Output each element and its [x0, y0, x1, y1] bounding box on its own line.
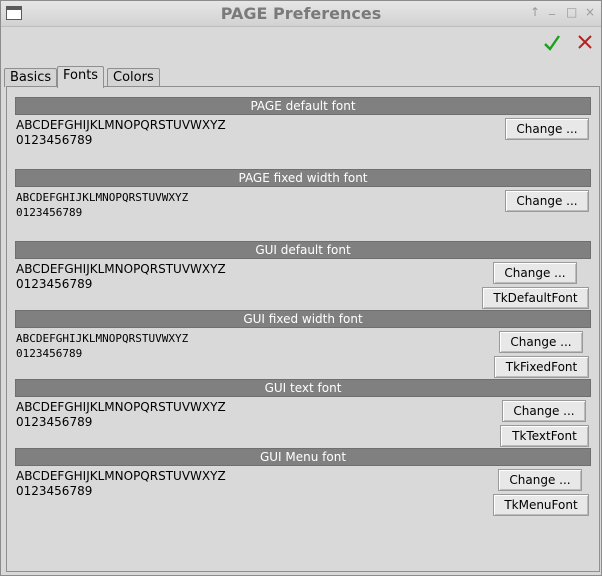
close-window-icon[interactable]: ×	[585, 5, 595, 19]
section-header-gui-text-font: GUI text font	[15, 379, 591, 397]
section-header-gui-menu-font: GUI Menu font	[15, 448, 591, 466]
font-sample-digits: 0123456789	[16, 484, 93, 498]
font-sample-digits: 0123456789	[16, 277, 93, 291]
font-sample-digits: 0123456789	[16, 347, 83, 360]
font-sample-letters: ABCDEFGHIJKLMNOPQRSTUVWXYZ	[16, 332, 189, 345]
font-sample-digits: 0123456789	[16, 206, 83, 219]
tab-fonts[interactable]: Fonts	[57, 66, 105, 88]
change-gui-fixed-font-button[interactable]: Change ...	[499, 331, 583, 353]
section-header-page-default-font: PAGE default font	[15, 97, 591, 115]
tkfixedfont-button[interactable]: TkFixedFont	[494, 356, 589, 378]
change-gui-default-font-button[interactable]: Change ...	[493, 262, 577, 284]
font-sample-letters: ABCDEFGHIJKLMNOPQRSTUVWXYZ	[16, 191, 189, 204]
tab-colors[interactable]: Colors	[107, 68, 160, 87]
maximize-icon[interactable]: □	[566, 5, 577, 19]
tkmenufont-button[interactable]: TkMenuFont	[493, 494, 589, 516]
font-sample-digits: 0123456789	[16, 415, 93, 429]
checkmark-icon[interactable]	[543, 34, 561, 55]
section-header-page-fixed-font: PAGE fixed width font	[15, 169, 591, 187]
minimize-icon[interactable]: _	[549, 1, 555, 15]
font-sample-letters: ABCDEFGHIJKLMNOPQRSTUVWXYZ	[16, 262, 226, 276]
font-sample-letters: ABCDEFGHIJKLMNOPQRSTUVWXYZ	[16, 118, 226, 132]
x-icon[interactable]	[577, 34, 593, 53]
tktextfont-button[interactable]: TkTextFont	[500, 425, 589, 447]
tab-basics[interactable]: Basics	[4, 68, 58, 87]
window-title: PAGE Preferences	[220, 4, 382, 23]
change-gui-text-font-button[interactable]: Change ...	[502, 400, 586, 422]
change-gui-menu-font-button[interactable]: Change ...	[498, 469, 582, 491]
title-bar[interactable]: PAGE Preferences ↑ _ □ ×	[1, 1, 601, 27]
font-sample-digits: 0123456789	[16, 133, 93, 147]
preferences-window: PAGE Preferences ↑ _ □ × Basics Fonts Co…	[0, 0, 602, 576]
font-sample-letters: ABCDEFGHIJKLMNOPQRSTUVWXYZ	[16, 400, 226, 414]
section-header-gui-default-font: GUI default font	[15, 241, 591, 259]
change-page-default-font-button[interactable]: Change ...	[505, 118, 589, 140]
section-header-gui-fixed-font: GUI fixed width font	[15, 310, 591, 328]
font-sample-letters: ABCDEFGHIJKLMNOPQRSTUVWXYZ	[16, 469, 226, 483]
tkdefaultfont-button[interactable]: TkDefaultFont	[482, 287, 589, 309]
keep-above-icon[interactable]: ↑	[530, 5, 540, 19]
change-page-fixed-font-button[interactable]: Change ...	[505, 190, 589, 212]
